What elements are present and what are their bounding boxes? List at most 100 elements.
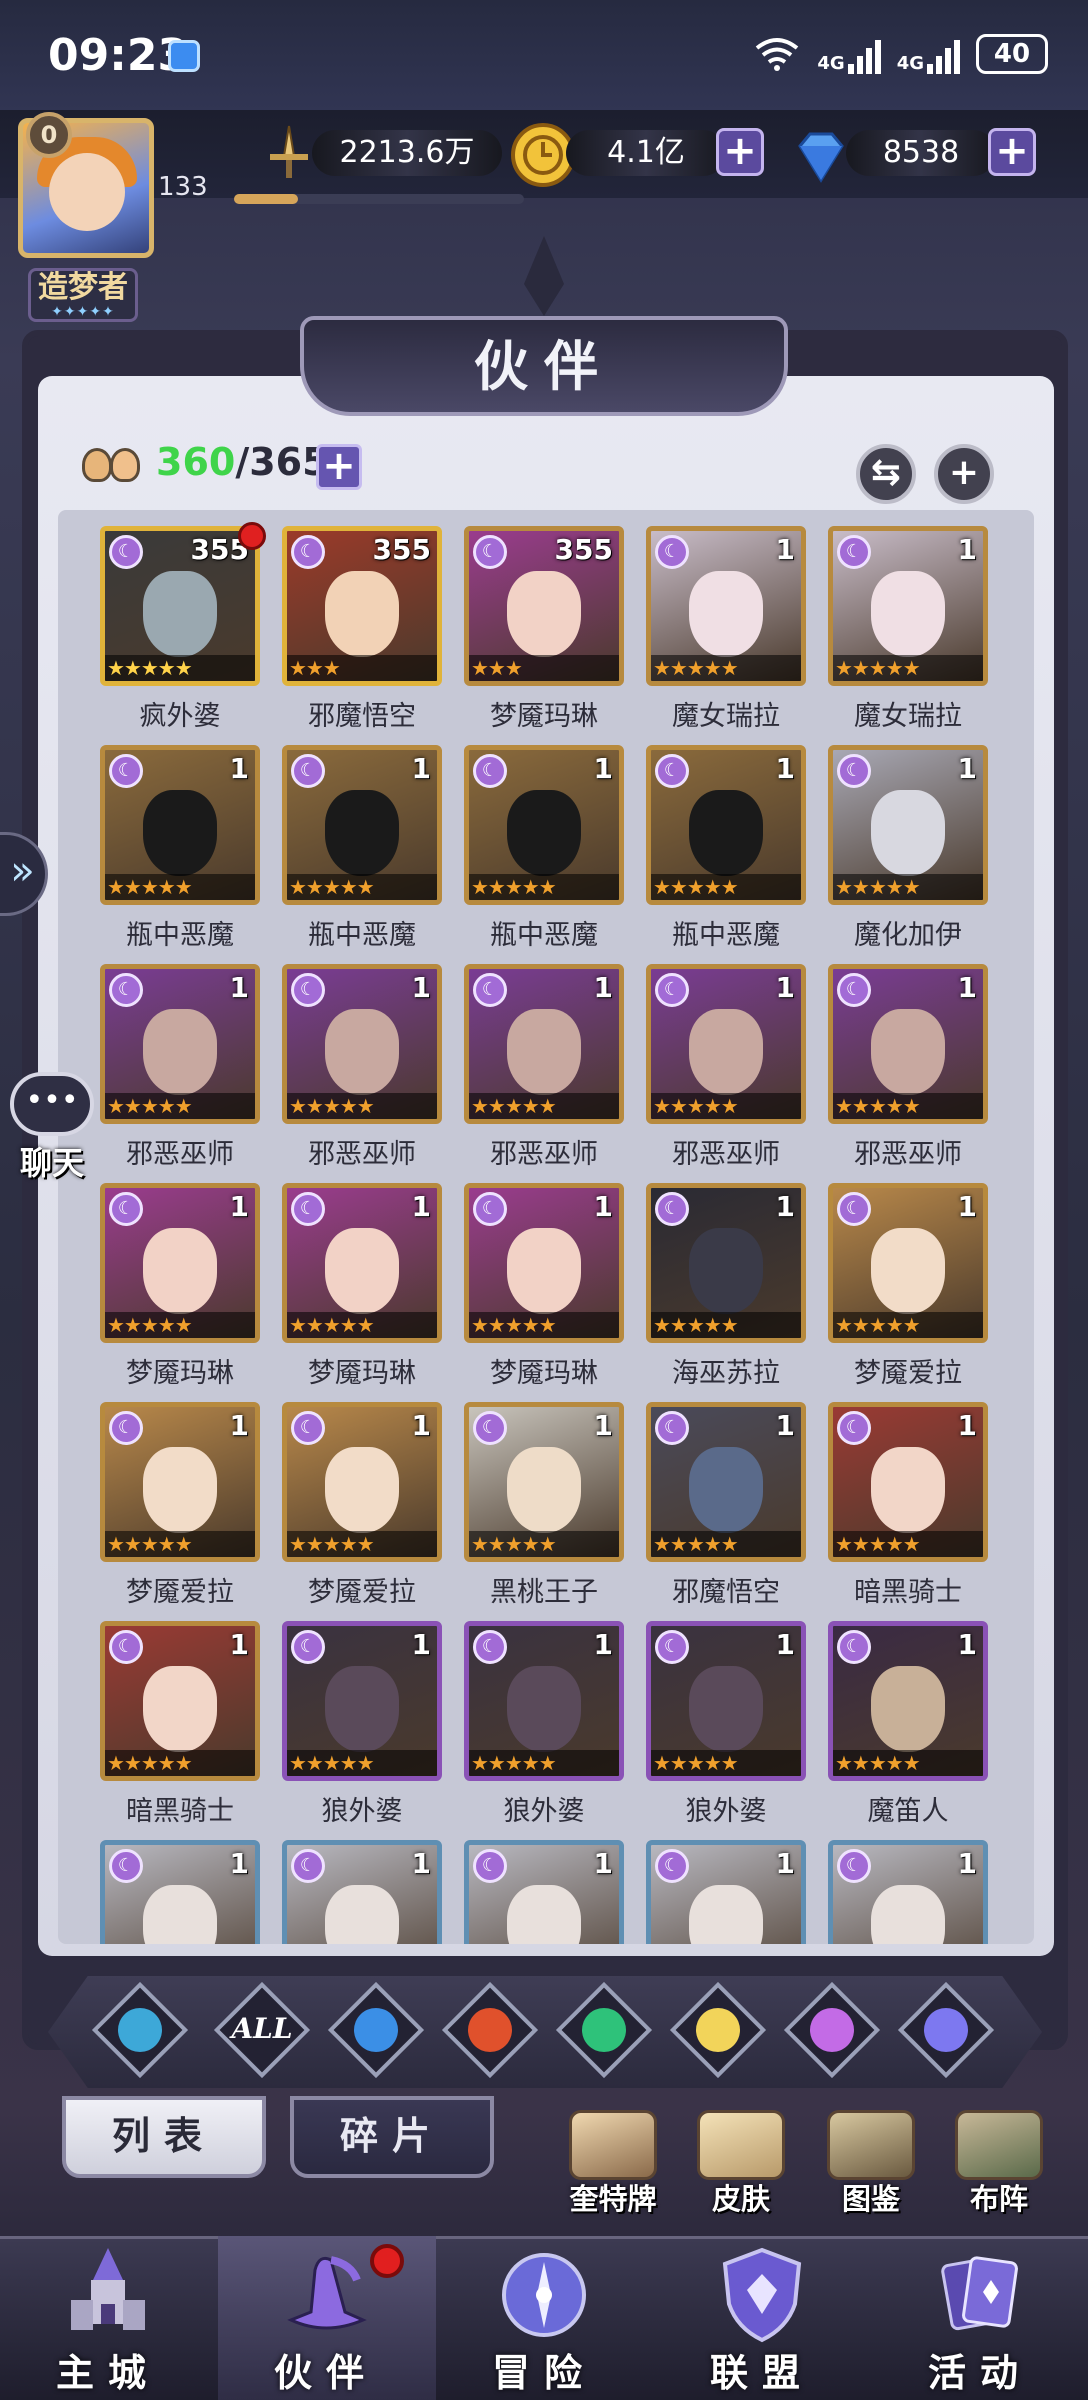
partner-card[interactable]: ☾ 1 ★★★★★ 瓶中恶魔 xyxy=(646,745,806,951)
moon-element-icon: ☾ xyxy=(473,1192,507,1226)
partner-card[interactable]: ☾ 1 ★★★★★ 梦魇爱拉 xyxy=(828,1183,988,1389)
water-filter-button[interactable] xyxy=(327,1981,425,2079)
partner-card[interactable]: ☾ 1 ★★★★★ 邪恶巫师 xyxy=(282,964,442,1170)
partner-stars: ★★★ xyxy=(469,655,619,681)
panel-title-plate: 伙伴 xyxy=(300,316,788,416)
partner-card[interactable]: ☾ 1 ★★★★★ 邪魔悟空 xyxy=(646,1402,806,1608)
partner-card[interactable]: ☾ 1 ★★★★★ 瓶中恶魔 xyxy=(464,745,624,951)
partner-card[interactable]: ☾ 1 ★★★★★ 黑桃王子 xyxy=(464,1402,624,1608)
partner-card[interactable]: ☾ 1 xyxy=(646,1840,806,1944)
expand-capacity-button[interactable]: + xyxy=(316,444,362,490)
moon-element-icon: ☾ xyxy=(473,973,507,1007)
partner-name: 邪恶巫师 xyxy=(308,1139,416,1170)
partner-portrait: ☾ 1 ★★★★★ xyxy=(282,745,442,905)
player-title-badge[interactable]: 造梦者 ✦✦✦✦✦ xyxy=(28,268,138,322)
partner-card[interactable]: ☾ 1 ★★★★★ 梦魇玛琳 xyxy=(464,1183,624,1389)
shortcut-skins[interactable]: 皮肤 xyxy=(686,2110,796,2220)
chat-button[interactable]: ••• 聊天 xyxy=(8,1072,96,1182)
partner-card[interactable]: ☾ 1 ★★★★★ 狼外婆 xyxy=(646,1621,806,1827)
shortcut-codex-label: 图鉴 xyxy=(841,2182,900,2216)
shortcut-formation[interactable]: 布阵 xyxy=(944,2110,1054,2220)
awaken-filter-button[interactable] xyxy=(91,1981,189,2079)
partner-card[interactable]: ☾ 1 ★★★★★ 瓶中恶魔 xyxy=(100,745,260,951)
partner-card[interactable]: ☾ 1 ★★★★★ 魔女瑞拉 xyxy=(828,526,988,732)
partner-card[interactable]: ☾ 355 ★★★ 梦魇玛琳 xyxy=(464,526,624,732)
partner-card[interactable]: ☾ 1 ★★★★★ 狼外婆 xyxy=(282,1621,442,1827)
partner-portrait: ☾ 1 ★★★★★ xyxy=(464,745,624,905)
partner-card[interactable]: ☾ 1 xyxy=(100,1840,260,1944)
nav-alliance[interactable]: 联盟 xyxy=(662,2240,862,2400)
partner-level: 1 xyxy=(775,1190,795,1223)
partner-card[interactable]: ☾ 1 ★★★★★ 邪恶巫师 xyxy=(646,964,806,1170)
partner-stars: ★★★★★ xyxy=(833,874,983,900)
partner-stars: ★★★★★ xyxy=(651,874,801,900)
partner-card[interactable]: ☾ 1 ★★★★★ 魔化加伊 xyxy=(828,745,988,951)
partner-stars: ★★★★★ xyxy=(105,1750,255,1776)
tab-list[interactable]: 列表 xyxy=(62,2096,266,2178)
partner-card[interactable]: ☾ 1 ★★★★★ 海巫苏拉 xyxy=(646,1183,806,1389)
partner-card[interactable]: ☾ 1 xyxy=(464,1840,624,1944)
partner-card[interactable]: ☾ 1 ★★★★★ 梦魇爱拉 xyxy=(282,1402,442,1608)
partner-card[interactable]: ☾ 1 ★★★★★ 狼外婆 xyxy=(464,1621,624,1827)
moon-element-icon: ☾ xyxy=(837,973,871,1007)
moon-element-icon: ☾ xyxy=(109,754,143,788)
partner-card[interactable]: ☾ 1 ★★★★★ 瓶中恶魔 xyxy=(282,745,442,951)
partner-card[interactable]: ☾ 1 ★★★★★ 梦魇玛琳 xyxy=(282,1183,442,1389)
wind-icon xyxy=(582,2008,626,2052)
partner-card[interactable]: ☾ 1 ★★★★★ 梦魇玛琳 xyxy=(100,1183,260,1389)
cosmic-filter-button[interactable] xyxy=(897,1981,995,2079)
nav-main-city-label: 主城 xyxy=(55,2351,160,2395)
nav-adventure[interactable]: 冒险 xyxy=(444,2240,644,2400)
partner-face xyxy=(871,1447,945,1533)
partner-card[interactable]: ☾ 1 ★★★★★ 魔笛人 xyxy=(828,1621,988,1827)
partner-card[interactable]: ☾ 355 ★★★ 邪魔悟空 xyxy=(282,526,442,732)
add-gold-button[interactable]: + xyxy=(716,128,764,176)
xp-bar xyxy=(234,194,524,204)
dark-filter-button[interactable] xyxy=(783,1981,881,2079)
partner-portrait: ☾ 1 ★★★★★ xyxy=(464,1183,624,1343)
nav-activity[interactable]: 活动 xyxy=(880,2240,1080,2400)
partner-grid[interactable]: ☾ 355 ★★★★★ 疯外婆 ☾ 355 ★★★ 邪魔悟空 ☾ 355 ★★★ 梦魇玛琳 ☾ 1 ★★★★… xyxy=(58,510,1034,1944)
new-badge xyxy=(238,522,266,550)
partner-portrait: ☾ 1 ★★★★★ xyxy=(646,526,806,686)
partner-stars: ★★★★★ xyxy=(469,1312,619,1338)
partner-card[interactable]: ☾ 1 ★★★★★ 梦魇爱拉 xyxy=(100,1402,260,1608)
cards-icon xyxy=(569,2110,657,2180)
partner-portrait: ☾ 1 ★★★★★ xyxy=(464,964,624,1124)
add-diamond-button[interactable]: + xyxy=(988,128,1036,176)
shortcut-cards[interactable]: 奎特牌 xyxy=(558,2110,668,2220)
partner-face xyxy=(507,571,581,657)
partner-level: 1 xyxy=(775,752,795,785)
partner-card[interactable]: ☾ 1 ★★★★★ 暗黑骑士 xyxy=(828,1402,988,1608)
wind-filter-button[interactable] xyxy=(555,1981,653,2079)
nav-main-city[interactable]: 主城 xyxy=(8,2240,208,2400)
partner-portrait: ☾ 1 xyxy=(100,1840,260,1944)
swap-button[interactable]: ⇆ xyxy=(856,444,916,504)
partner-card[interactable]: ☾ 1 ★★★★★ 邪恶巫师 xyxy=(100,964,260,1170)
partner-stars: ★★★★★ xyxy=(469,1531,619,1557)
partner-level: 1 xyxy=(957,533,977,566)
partner-card[interactable]: ☾ 1 xyxy=(828,1840,988,1944)
partner-face xyxy=(325,1885,399,1944)
add-button[interactable]: + xyxy=(934,444,994,504)
moon-element-icon: ☾ xyxy=(655,535,689,569)
all-filter-button[interactable]: ALL xyxy=(213,1981,311,2079)
partner-card[interactable]: ☾ 1 xyxy=(282,1840,442,1944)
partner-level: 1 xyxy=(411,971,431,1004)
partner-card[interactable]: ☾ 355 ★★★★★ 疯外婆 xyxy=(100,522,266,732)
light-filter-button[interactable] xyxy=(669,1981,767,2079)
element-filter-bar xyxy=(48,1976,1042,2088)
moon-element-icon: ☾ xyxy=(109,1192,143,1226)
partner-face xyxy=(871,1228,945,1314)
partner-name: 梦魇爱拉 xyxy=(126,1577,234,1608)
partner-card[interactable]: ☾ 1 ★★★★★ 暗黑骑士 xyxy=(100,1621,260,1827)
partner-card[interactable]: ☾ 1 ★★★★★ 魔女瑞拉 xyxy=(646,526,806,732)
partner-card[interactable]: ☾ 1 ★★★★★ 邪恶巫师 xyxy=(464,964,624,1170)
partner-face xyxy=(689,1447,763,1533)
shortcut-codex[interactable]: 图鉴 xyxy=(816,2110,926,2220)
tab-fragments[interactable]: 碎片 xyxy=(290,2096,494,2178)
partner-level: 1 xyxy=(411,1628,431,1661)
partner-card[interactable]: ☾ 1 ★★★★★ 邪恶巫师 xyxy=(828,964,988,1170)
partner-name: 瓶中恶魔 xyxy=(490,920,598,951)
fire-filter-button[interactable] xyxy=(441,1981,539,2079)
